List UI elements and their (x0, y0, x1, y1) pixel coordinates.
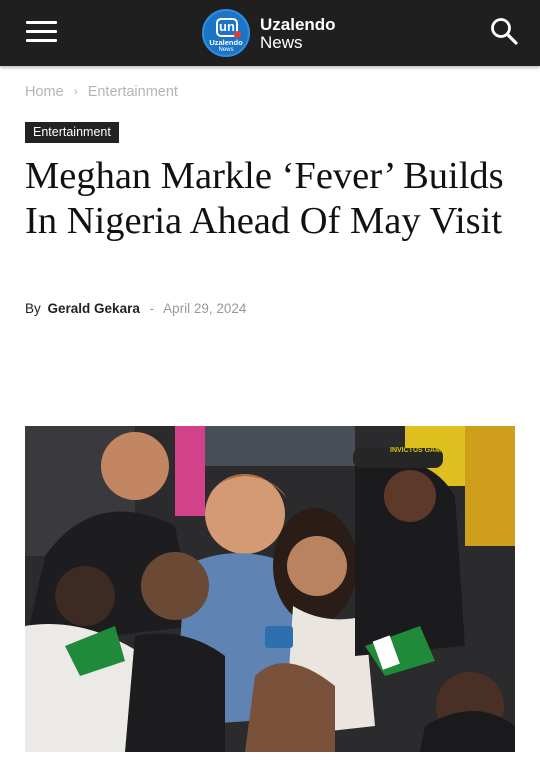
logo-badge-text: Uzalendo (209, 38, 243, 47)
breadcrumb: Home › Entertainment (25, 84, 178, 100)
article-byline: By Gerald Gekara - April 29, 2024 (25, 301, 246, 316)
publish-date: April 29, 2024 (163, 301, 247, 316)
site-logo[interactable]: un Uzalendo News Uzalendo News (202, 9, 352, 57)
hamburger-menu-icon[interactable] (26, 19, 58, 45)
menu-line (26, 30, 57, 33)
breadcrumb-section-link[interactable]: Entertainment (88, 84, 178, 100)
byline-label: By (25, 301, 41, 316)
top-navigation-bar: un Uzalendo News Uzalendo News (0, 0, 540, 66)
article-featured-image: INVICTUS GAMES (25, 426, 515, 752)
menu-line (26, 21, 57, 24)
logo-badge: un Uzalendo News (202, 9, 250, 57)
byline-separator: - (149, 301, 155, 316)
author-link[interactable]: Gerald Gekara (48, 301, 140, 316)
article-title: Meghan Markle ‘Fever’ Builds In Nigeria … (25, 155, 504, 242)
cap-logo-text: INVICTUS GAMES (390, 447, 451, 454)
breadcrumb-home-link[interactable]: Home (25, 84, 64, 100)
logo-name: Uzalendo (260, 15, 336, 34)
logo-dot (234, 31, 241, 38)
logo-subtitle: News (260, 33, 303, 52)
menu-line (26, 39, 57, 42)
category-tag[interactable]: Entertainment (25, 122, 119, 143)
search-icon[interactable] (489, 16, 519, 46)
logo-badge-subtext: News (218, 47, 234, 53)
breadcrumb-separator: › (73, 84, 78, 98)
